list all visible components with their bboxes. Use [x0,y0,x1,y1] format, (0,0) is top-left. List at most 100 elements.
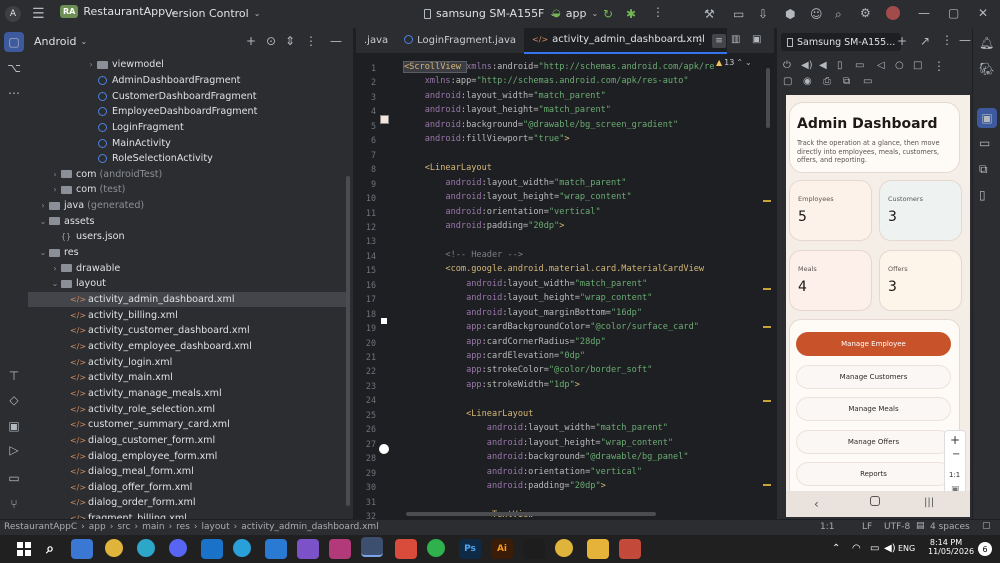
chevron-right-icon[interactable]: › [50,264,60,273]
code-line[interactable]: <com.google.android.material.card.Materi… [404,264,704,274]
project-tree-item[interactable]: </> fragment_billing.xml [28,511,346,519]
project-tree-item[interactable]: › viewmodel [28,57,346,73]
project-scrollbar[interactable] [346,176,350,506]
zoom-in-icon[interactable]: + [950,433,960,447]
open-external-icon[interactable]: ↗ [920,34,930,48]
home-button-icon[interactable]: ○ [895,60,904,71]
chevron-down-icon[interactable]: ⌄ [38,248,48,257]
project-tree-item[interactable]: </> dialog_order_form.xml [28,495,346,511]
project-tree-item[interactable]: </> activity_main.xml [28,370,346,386]
vcs-selector[interactable]: Version Control ⌄ [165,7,260,20]
chevron-right-icon[interactable]: › [38,201,48,210]
project-tree-item[interactable]: AdminDashboardFragment [28,73,346,89]
options-icon[interactable]: ⋮ [694,33,706,47]
visual-studio-icon[interactable] [297,539,319,559]
options-icon[interactable]: ⋮ [933,59,945,73]
code-line[interactable]: android:layout_width="match_parent" [404,178,626,188]
breadcrumb-item[interactable]: layout [202,522,230,532]
project-tree-item[interactable]: </> activity_customer_dashboard.xml [28,323,346,339]
telegram-icon[interactable] [233,539,251,557]
project-tree-item[interactable]: {} users.json [28,229,346,245]
camera-icon[interactable]: ⎙ [823,76,831,87]
search-icon[interactable]: ⌕ [835,7,842,22]
rerun-icon[interactable]: ↻ [603,7,613,21]
project-tree-item[interactable]: </> dialog_offer_form.xml [28,480,346,496]
device-manager-icon[interactable]: ▭ [733,7,744,21]
code-line[interactable]: android:orientation="vertical" [404,207,600,217]
chevron-down-icon[interactable]: ⌄ [38,217,48,226]
code-line[interactable]: android:background="@drawable/bg_panel" [404,452,689,462]
emulator-icon[interactable]: ▯ [979,188,986,202]
project-tree-item[interactable]: </> dialog_customer_form.xml [28,433,346,449]
chevron-right-icon[interactable]: › [50,170,60,179]
locate-file-icon[interactable]: ⊙ [266,34,276,48]
more-tools-icon[interactable]: ⋯ [4,83,24,103]
running-devices-icon[interactable]: ▣ [977,108,997,128]
project-tree-item[interactable]: </> dialog_employee_form.xml [28,448,346,464]
code-line[interactable]: <LinearLayout [404,409,533,419]
editor-tab[interactable]: LoginFragment.java [396,28,524,54]
chrome-icon[interactable] [105,539,123,557]
line-separator[interactable]: LF [862,522,872,532]
gradle-icon[interactable]: 🐘︎ [979,62,994,76]
project-tree-item[interactable]: ⌄ layout [28,276,346,292]
action-button[interactable]: Reports [796,462,951,486]
nav-back-icon[interactable]: ‹ [814,497,819,511]
action-button[interactable]: Manage Offers [796,429,951,454]
expand-all-icon[interactable]: ⇕ [285,34,295,48]
edge-icon[interactable] [137,539,155,557]
code-line[interactable]: app:cardElevation="0dp" [404,351,585,361]
git-icon[interactable]: ⑂ [4,494,24,514]
battery-icon[interactable]: ▭ [870,543,879,554]
power-icon[interactable]: ⏻ [783,60,791,71]
sdk-manager-icon[interactable]: ⇩ [758,7,768,21]
file-encoding[interactable]: UTF-8 [884,522,910,532]
minimize-window-icon[interactable]: — [918,6,930,20]
device-selector[interactable]: samsung SM-A155F ⌄ [424,7,556,20]
horizontal-scrollbar[interactable] [406,512,656,516]
close-window-icon[interactable]: ✕ [978,6,988,20]
screen-record-icon[interactable]: ◉ [803,76,812,87]
breadcrumb-item[interactable]: src [117,522,130,532]
project-view-selector[interactable]: Android [34,35,77,48]
code-line[interactable]: android:layout_width="match_parent" [404,423,668,433]
code-line[interactable]: android:layout_marginBottom="16dp" [404,308,642,318]
input-language[interactable]: ENG [898,544,915,553]
project-folder-icon[interactable]: ▢ [4,32,24,52]
device-explorer-icon[interactable]: ⧉ [979,162,988,177]
indent-setting[interactable]: 4 spaces [930,522,970,532]
project-tree-item[interactable]: </> activity_role_selection.xml [28,401,346,417]
code-line[interactable]: <ScrollView xmlns:android="http://schema… [402,61,714,73]
add-device-icon[interactable]: + [897,34,907,48]
rotate-right-icon[interactable]: ▭ [855,60,864,71]
project-tree-item[interactable]: › drawable [28,260,346,276]
ai-assistant-icon[interactable]: ☺ [810,7,823,21]
breadcrumb-item[interactable]: main [142,522,165,532]
back-button-icon[interactable]: ◁ [877,60,885,71]
profile-icon[interactable] [886,6,900,20]
chrome-2-icon[interactable] [555,539,573,557]
chevron-down-icon[interactable]: ⌄ [81,37,88,46]
build-hammer-icon[interactable]: ⚒ [704,7,715,21]
tabs-more-icon[interactable]: ⌄ [680,35,687,44]
code-line[interactable]: xmlns:app="http://schemas.android.com/ap… [404,76,689,86]
breadcrumb-item[interactable]: RestaurantAppC [4,522,77,532]
code-line[interactable]: app:strokeColor="@color/border_soft" [404,365,652,375]
code-line[interactable]: android:layout_width="match_parent" [404,91,606,101]
project-tree-item[interactable]: › java (generated) [28,198,346,214]
clock[interactable]: 8:14 PM 11/05/2026 [928,538,974,556]
lock-icon[interactable]: ▤ [916,521,925,531]
code-view-icon[interactable]: ≡ [712,34,726,48]
code-line[interactable]: <LinearLayout [404,163,492,173]
project-selector[interactable]: RA RestaurantApp ⌄ [60,5,177,18]
project-tree-item[interactable]: LoginFragment [28,120,346,136]
readonly-icon[interactable]: ▢ [982,521,991,531]
chevron-down-icon[interactable]: ⌄ [50,279,60,288]
code-line[interactable]: android:layout_height="wrap_content" [404,192,631,202]
project-tree-item[interactable]: </> customer_summary_card.xml [28,417,346,433]
code-line[interactable]: android:background="@drawable/bg_screen_… [404,120,679,130]
app-icon[interactable] [619,539,641,559]
android-studio-taskbar-icon[interactable] [361,537,383,557]
code-line[interactable]: android:layout_height="wrap_content" [404,438,673,448]
main-menu-icon[interactable]: ☰ [32,6,45,22]
